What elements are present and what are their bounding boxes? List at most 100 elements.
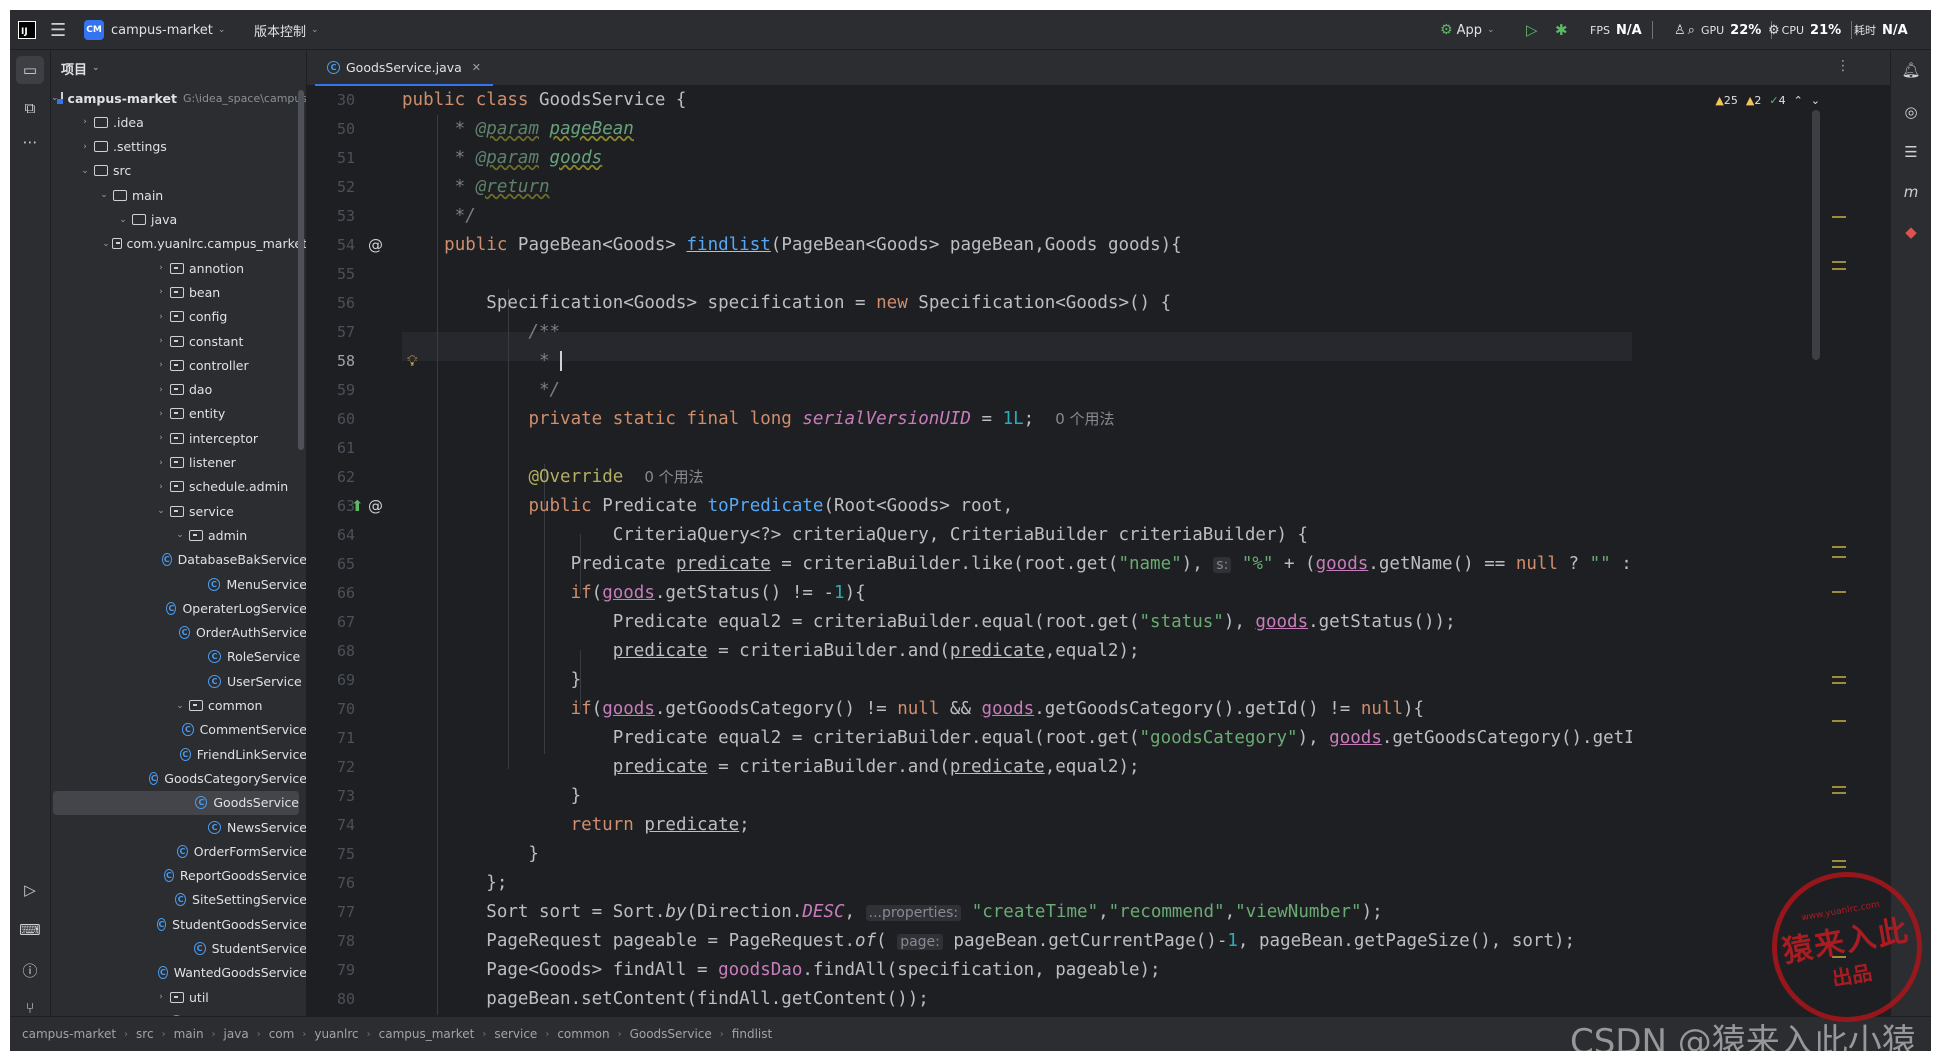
breadcrumb-item[interactable]: GoodsService [630,1027,712,1041]
breadcrumb-item[interactable]: campus_market [379,1027,475,1041]
chevron-right-icon[interactable]: › [154,360,168,370]
breadcrumb-item[interactable]: java [224,1027,249,1041]
tree-item-folder[interactable]: › config [51,305,306,329]
tree-item-folder[interactable]: › bean [51,280,306,304]
tree-item-folder[interactable]: › dao [51,378,306,402]
chevron-right-icon[interactable]: › [154,385,168,395]
app-logo[interactable]: IJ [18,10,36,50]
chevron-up-icon[interactable]: ⌃ [1794,94,1803,107]
vcs-menu[interactable]: 版本控制 ⌄ [254,10,319,50]
editor-scrollbar[interactable] [1812,110,1820,360]
chevron-down-icon[interactable]: ⌄ [173,701,187,711]
tree-item-class[interactable]: C DatabaseBakService [51,548,306,572]
run-icon[interactable]: ▷ [1526,10,1538,50]
ai-assistant-icon[interactable]: ◎ [1899,100,1923,124]
tree-item-folder[interactable]: › constant [51,329,306,353]
implements-marker-icon[interactable]: ⬆ [351,492,364,521]
tree-item-class[interactable]: C StudentService [51,937,306,961]
tree-item-class[interactable]: C MenuService [51,572,306,596]
chevron-right-icon[interactable]: › [154,336,168,346]
terminal-tool-icon[interactable]: ⌨ [18,918,42,942]
tree-item-folder[interactable]: ⌄ service [51,499,306,523]
tree-item-class[interactable]: C ReportGoodsService [51,864,306,888]
tree-item-folder[interactable]: ⌄ common [51,694,306,718]
plugin-icon[interactable]: ◆ [1899,220,1923,244]
tree-item-class[interactable]: CApp [51,1009,306,1016]
breadcrumb-item[interactable]: common [557,1027,609,1041]
main-menu-icon[interactable]: ☰ [50,10,66,50]
breadcrumb-item[interactable]: campus-market [22,1027,116,1041]
project-panel-header[interactable]: 项目 ⌄ [51,50,306,86]
chevron-right-icon[interactable]: › [154,992,168,1002]
tree-item-class[interactable]: C SiteSettingService [51,888,306,912]
tree-item-class[interactable]: C GoodsService [53,790,299,815]
services-tool-icon[interactable]: ▷ [18,878,42,902]
tree-item-folder[interactable]: › .settings [51,135,306,159]
more-tools-icon[interactable]: ⋯ [18,130,42,154]
tree-item-folder[interactable]: ⌄ src [51,159,306,183]
chevron-right-icon[interactable]: › [154,482,168,492]
tree-item-folder[interactable]: › listener [51,451,306,475]
tree-item-folder[interactable]: › entity [51,402,306,426]
tree-item-class[interactable]: C UserService [51,669,306,693]
chevron-right-icon[interactable]: › [154,312,168,322]
override-marker-icon[interactable]: @ [368,231,383,260]
tree-item-class[interactable]: C FriendLinkService [51,742,306,766]
tree-item-folder[interactable]: › .idea [51,110,306,134]
override-marker-icon[interactable]: @ [368,492,383,521]
notifications-icon[interactable]: 🔔︎ [1899,58,1923,82]
code-area[interactable]: public class GoodsService { * @param pag… [402,86,1632,1016]
chevron-down-icon[interactable]: ⌄ [97,190,111,200]
tree-item-folder[interactable]: › controller [51,353,306,377]
breadcrumb-item[interactable]: findlist [732,1027,772,1041]
tree-item-class[interactable]: C StudentGoodsService [51,912,306,936]
tree-item-folder[interactable]: ⌄campus-marketG:\idea_space\campus-marke… [51,86,306,110]
project-switcher[interactable]: CM campus-market ⌄ [84,10,225,50]
tree-item-folder[interactable]: › schedule.admin [51,475,306,499]
tree-item-class[interactable]: C CommentService [51,718,306,742]
tree-item-folder[interactable]: ⌄ java [51,208,306,232]
tree-item-folder[interactable]: › annotion [51,256,306,280]
chevron-right-icon[interactable]: › [78,142,92,152]
chevron-right-icon[interactable]: › [154,458,168,468]
tree-item-folder[interactable]: ⌄ main [51,183,306,207]
tree-item-class[interactable]: C WantedGoodsService [51,961,306,985]
database-icon[interactable]: ☰ [1899,140,1923,164]
tree-item-folder[interactable]: ⌄ admin [51,523,306,547]
chevron-down-icon[interactable]: ⌄ [102,239,110,249]
chevron-down-icon[interactable]: ⌄ [1811,94,1820,107]
maven-icon[interactable]: m [1899,180,1923,204]
chevron-down-icon[interactable]: ⌄ [116,215,130,225]
structure-tool-icon[interactable]: ⧉ [18,96,42,120]
tree-item-folder[interactable]: › interceptor [51,426,306,450]
tree-item-class[interactable]: C RoleService [51,645,306,669]
tree-item-class[interactable]: C GoodsCategoryService [51,766,306,790]
project-tool-icon[interactable]: ▭ [16,56,44,84]
tree-item-class[interactable]: C NewsService [51,815,306,839]
run-config-selector[interactable]: ⚙ App ⌄ [1440,10,1495,50]
chevron-down-icon[interactable]: ⌄ [173,530,187,540]
breadcrumb-item[interactable]: yuanlrc [314,1027,358,1041]
breadcrumb-item[interactable]: service [494,1027,537,1041]
tree-item-class[interactable]: C OrderAuthService [51,621,306,645]
tree-item-folder[interactable]: › util [51,985,306,1009]
chevron-right-icon[interactable]: › [78,117,92,127]
chevron-down-icon[interactable]: ⌄ [78,166,92,176]
chevron-down-icon[interactable]: ⌄ [154,506,168,516]
tree-item-folder[interactable]: ⌄ com.yuanlrc.campus_market [51,232,306,256]
close-icon[interactable]: ✕ [472,61,481,74]
tree-item-class[interactable]: C OrderFormService [51,839,306,863]
more-vertical-icon[interactable]: ⋮ [1836,58,1850,74]
problems-tool-icon[interactable]: ⓘ [18,958,42,982]
chevron-right-icon[interactable]: › [154,433,168,443]
project-scrollbar[interactable] [298,90,304,450]
chevron-right-icon[interactable]: › [154,287,168,297]
breadcrumb-item[interactable]: src [136,1027,154,1041]
tree-item-class[interactable]: C OperaterLogService [51,596,306,620]
debug-icon[interactable]: ✱ [1555,10,1568,50]
chevron-right-icon[interactable]: › [154,263,168,273]
breadcrumb-item[interactable]: com [269,1027,295,1041]
chevron-right-icon[interactable]: › [154,409,168,419]
breadcrumb-item[interactable]: main [174,1027,204,1041]
inspection-widget[interactable]: ▲25 ▲2 ✓4 ⌃ ⌄ [1715,94,1820,107]
